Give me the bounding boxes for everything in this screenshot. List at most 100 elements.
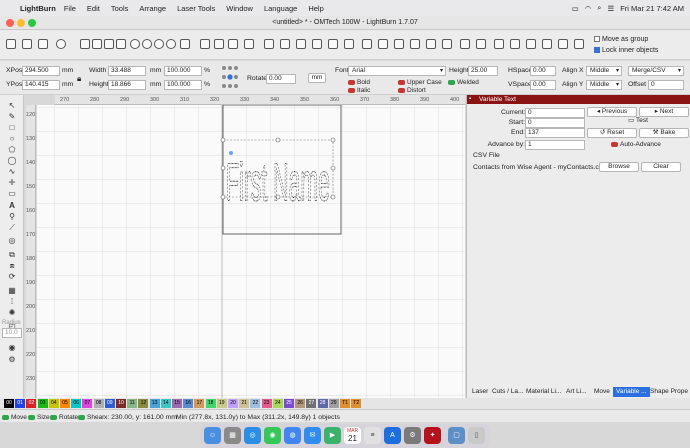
- cut-icon[interactable]: [80, 39, 90, 49]
- tab-move[interactable]: Move: [591, 387, 613, 397]
- menubar-clock[interactable]: Fri Mar 21 7:42 AM: [620, 4, 684, 13]
- previous-button[interactable]: ◂ Previous: [587, 107, 637, 117]
- settings-gear-icon[interactable]: ⚙: [7, 355, 17, 365]
- distribute-v-icon[interactable]: [476, 39, 486, 49]
- minimize-window-button[interactable]: [17, 19, 25, 27]
- trace-image-icon[interactable]: [244, 39, 254, 49]
- zoom-window-button[interactable]: [28, 19, 36, 27]
- layer-swatch[interactable]: T1: [340, 399, 350, 408]
- app-store-icon[interactable]: A: [384, 427, 401, 444]
- notes-icon[interactable]: ≡: [364, 427, 381, 444]
- menu-window[interactable]: Window: [226, 4, 253, 13]
- move-together-icon[interactable]: [494, 39, 504, 49]
- auto-advance-option[interactable]: Auto-Advance: [611, 141, 661, 148]
- launchpad-icon[interactable]: ▦: [224, 427, 241, 444]
- reset-button[interactable]: ↺ Reset: [587, 128, 637, 138]
- status-rotate-option[interactable]: Rotate: [50, 412, 78, 424]
- scale-height-input[interactable]: 100.000: [164, 80, 202, 90]
- variable-text-object[interactable]: First Name: [226, 152, 331, 213]
- open-file-icon[interactable]: [22, 39, 32, 49]
- search-icon[interactable]: ⌕: [597, 3, 601, 13]
- menu-help[interactable]: Help: [308, 4, 323, 13]
- selection-handle[interactable]: [275, 137, 281, 143]
- layer-swatch[interactable]: 13: [149, 399, 160, 408]
- status-shear-option[interactable]: Shear: [78, 412, 104, 424]
- layer-swatch[interactable]: 05: [60, 399, 70, 408]
- downloads-folder-icon[interactable]: ▢: [448, 427, 465, 444]
- grid-array-icon[interactable]: ▦: [7, 286, 17, 296]
- monitor-icon[interactable]: [200, 39, 210, 49]
- align-x-select[interactable]: Middle: [586, 66, 622, 76]
- bake-button[interactable]: ⚒ Bake: [639, 128, 689, 138]
- next-button[interactable]: ▸ Next: [639, 107, 689, 117]
- boolean-subtract-icon[interactable]: [328, 39, 338, 49]
- advance-input[interactable]: 1: [525, 140, 585, 150]
- layer-swatch[interactable]: 26: [295, 399, 306, 408]
- draw-lines-icon[interactable]: ⟋: [7, 223, 17, 233]
- calendar-icon[interactable]: MAR 21: [344, 427, 361, 444]
- selection-handle[interactable]: [220, 194, 226, 200]
- boolean-intersect-icon[interactable]: [344, 39, 354, 49]
- layer-swatch[interactable]: 00: [4, 399, 14, 408]
- origin-selector[interactable]: [221, 65, 239, 91]
- pan-icon[interactable]: [130, 39, 140, 49]
- align-left-icon[interactable]: [362, 39, 372, 49]
- weld-icon[interactable]: [296, 39, 306, 49]
- control-center-icon[interactable]: ☰: [607, 4, 614, 13]
- menu-laser-tools[interactable]: Laser Tools: [177, 4, 215, 13]
- menu-file[interactable]: File: [64, 4, 76, 13]
- tab-shape-properties[interactable]: Shape Prope: [647, 387, 690, 397]
- font-select[interactable]: Arial: [348, 66, 446, 76]
- layer-swatch[interactable]: 10: [116, 399, 126, 408]
- position-laser-icon[interactable]: ✛: [7, 178, 17, 188]
- delete-icon[interactable]: [116, 39, 126, 49]
- circular-array-icon[interactable]: ✺: [7, 308, 17, 318]
- paste-icon[interactable]: [104, 39, 114, 49]
- clear-button[interactable]: Clear: [641, 162, 681, 172]
- upper-case-option[interactable]: Upper Case: [398, 79, 442, 86]
- panel-menu-icon[interactable]: ▪: [469, 96, 471, 102]
- align-y-select[interactable]: Middle: [586, 80, 622, 90]
- menu-tools[interactable]: Tools: [111, 4, 129, 13]
- zoom-to-selection-icon[interactable]: [180, 39, 190, 49]
- align-center-h-icon[interactable]: [426, 39, 436, 49]
- boolean-union-icon[interactable]: [312, 39, 322, 49]
- layer-swatch[interactable]: 14: [160, 399, 171, 408]
- layer-swatch[interactable]: 08: [93, 399, 104, 408]
- selection-handle[interactable]: [330, 194, 336, 200]
- ypos-input[interactable]: 140.415: [22, 80, 60, 90]
- align-top-icon[interactable]: [394, 39, 404, 49]
- distribute-h-icon[interactable]: [460, 39, 470, 49]
- units-mm-button[interactable]: mm: [308, 73, 326, 83]
- save-file-icon[interactable]: [38, 39, 48, 49]
- vspace-input[interactable]: 0.00: [530, 80, 556, 90]
- zoom-out-icon[interactable]: [154, 39, 164, 49]
- xpos-input[interactable]: 294.500: [22, 66, 60, 76]
- layer-swatch[interactable]: 27: [306, 399, 317, 408]
- rotate-input[interactable]: 0.00: [266, 74, 296, 84]
- welded-option[interactable]: Welded: [448, 79, 479, 86]
- battery-icon[interactable]: ▭: [572, 4, 579, 13]
- rectangle-icon[interactable]: □: [7, 123, 17, 133]
- circle-icon[interactable]: ◯: [7, 156, 17, 166]
- safari-icon[interactable]: ◎: [244, 427, 261, 444]
- distort-option[interactable]: Distort: [398, 87, 426, 94]
- settings-icon[interactable]: [214, 39, 224, 49]
- status-move-option[interactable]: Move: [2, 412, 27, 424]
- layer-swatch[interactable]: 03: [37, 399, 48, 408]
- scale-width-input[interactable]: 100.000: [164, 66, 202, 76]
- test-button[interactable]: ▭ Test: [613, 117, 663, 127]
- close-window-button[interactable]: [6, 19, 14, 27]
- messages-icon[interactable]: ◉: [264, 427, 281, 444]
- selection-handle[interactable]: [220, 137, 226, 143]
- finder-icon[interactable]: ☺: [204, 427, 221, 444]
- move-as-group-checkbox[interactable]: [594, 36, 600, 43]
- align-bottom-icon[interactable]: [410, 39, 420, 49]
- tab-laser[interactable]: Laser: [469, 387, 491, 397]
- selection-handle[interactable]: [220, 165, 226, 171]
- position-icon-1[interactable]: [510, 39, 520, 49]
- browse-button[interactable]: Browse: [599, 162, 639, 172]
- wifi-icon[interactable]: ◠: [585, 4, 592, 13]
- layer-swatch[interactable]: 09: [104, 399, 115, 408]
- mirror-icon[interactable]: ⧈: [7, 261, 17, 271]
